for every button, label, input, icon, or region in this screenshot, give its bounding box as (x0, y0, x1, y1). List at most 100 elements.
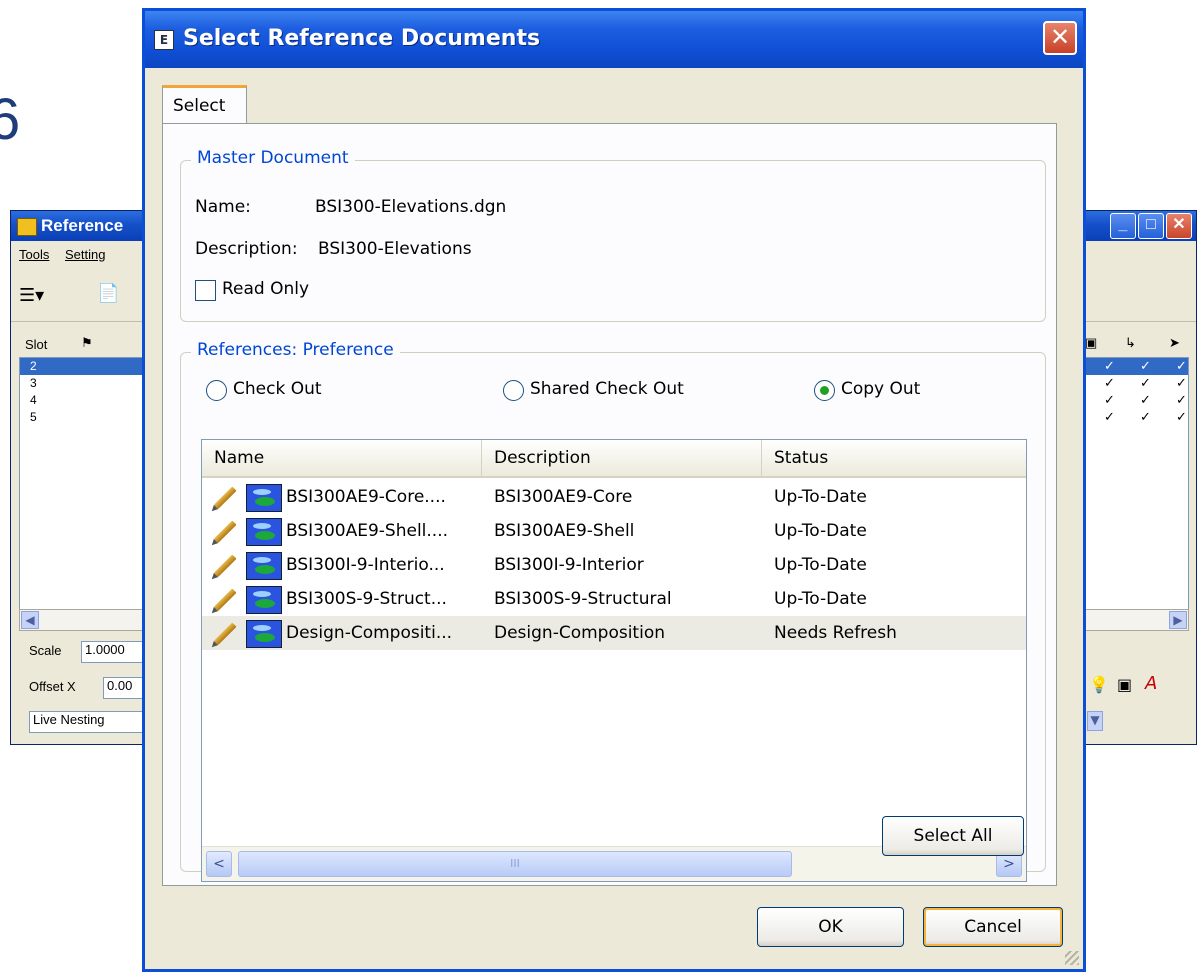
ok-button[interactable]: OK (757, 907, 904, 947)
pencil-icon (213, 622, 237, 646)
check-mark[interactable]: ✓ (1176, 409, 1187, 425)
row-status: Up-To-Date (774, 521, 867, 541)
row-name: BSI300AE9-Shell.... (286, 521, 449, 541)
design-file-icon (246, 586, 282, 614)
scale-label: Scale (29, 643, 62, 658)
column-header-name[interactable]: Name (202, 440, 482, 476)
flag-icon[interactable]: ⚑ (81, 335, 93, 351)
slot-2[interactable]: 2 (30, 359, 37, 373)
table-row[interactable]: BSI300AE9-Shell.... BSI300AE9-Shell Up-T… (202, 514, 1026, 548)
cancel-button[interactable]: Cancel (923, 907, 1063, 947)
scroll-left-arrow[interactable]: ◀ (21, 611, 39, 629)
locate-icon[interactable]: ➤ (1169, 335, 1180, 351)
reference-window-title: Reference (41, 216, 124, 235)
check-mark[interactable]: ✓ (1104, 375, 1115, 391)
name-label: Name: (195, 197, 251, 217)
offset-label: Offset X (29, 679, 76, 694)
check-out-radio[interactable] (206, 380, 227, 401)
scroll-left-button[interactable]: < (206, 851, 232, 877)
reference-menubar: Tools Setting (19, 247, 117, 262)
read-only-checkbox[interactable] (195, 280, 216, 301)
row-name: BSI300S-9-Struct... (286, 589, 447, 609)
check-mark[interactable]: ✓ (1104, 409, 1115, 425)
references-list-header: Name Description Status (202, 440, 1026, 478)
pencil-icon (213, 520, 237, 544)
slot-5[interactable]: 5 (30, 410, 37, 424)
design-file-icon (246, 518, 282, 546)
minimize-button[interactable]: _ (1110, 213, 1136, 239)
master-document-group: Master Document Name: BSI300-Elevations.… (180, 148, 1046, 322)
row-description: BSI300AE9-Core (494, 487, 633, 507)
scale-field[interactable]: 1.0000 (81, 641, 151, 663)
master-name-value: BSI300-Elevations.dgn (315, 197, 507, 217)
shared-check-out-radio[interactable] (503, 380, 524, 401)
scroll-thumb[interactable]: III (238, 851, 792, 877)
master-description-value: BSI300-Elevations (318, 239, 472, 259)
check-mark[interactable]: ✓ (1140, 392, 1151, 408)
design-file-icon (246, 552, 282, 580)
snap-icon[interactable]: ↳ (1125, 335, 1136, 351)
row-description: BSI300I-9-Interior (494, 555, 644, 575)
pencil-icon (213, 554, 237, 578)
row-description: Design-Composition (494, 623, 665, 643)
check-out-label[interactable]: Check Out (233, 379, 322, 399)
select-tab-panel: Master Document Name: BSI300-Elevations.… (162, 123, 1057, 886)
read-only-label[interactable]: Read Only (222, 279, 309, 299)
resize-grip-icon[interactable] (1065, 951, 1079, 965)
pencil-icon (213, 588, 237, 612)
row-name: BSI300I-9-Interio... (286, 555, 445, 575)
nesting-dropdown[interactable]: Live Nesting (29, 711, 151, 733)
dialog-title: Select Reference Documents (183, 26, 541, 51)
table-row-selected[interactable]: Design-Compositi... Design-Composition N… (202, 616, 1026, 650)
dialog-close-button[interactable]: ✕ (1043, 21, 1077, 55)
check-mark[interactable]: ✓ (1176, 358, 1187, 374)
table-row[interactable]: BSI300S-9-Struct... BSI300S-9-Structural… (202, 582, 1026, 616)
design-file-icon (246, 484, 282, 512)
slot-4[interactable]: 4 (30, 393, 37, 407)
scroll-right-arrow[interactable]: ▶ (1169, 611, 1187, 629)
text-style-icon[interactable]: A (1145, 673, 1157, 694)
select-reference-dialog: E Select Reference Documents ✕ Select Ma… (142, 8, 1086, 972)
menu-settings[interactable]: Setting (65, 247, 105, 262)
slot-column-header[interactable]: Slot (25, 337, 47, 352)
check-mark[interactable]: ✓ (1140, 409, 1151, 425)
table-row[interactable]: BSI300AE9-Core.... BSI300AE9-Core Up-To-… (202, 480, 1026, 514)
check-mark[interactable]: ✓ (1140, 375, 1151, 391)
row-status: Up-To-Date (774, 555, 867, 575)
select-all-button[interactable]: Select All (882, 816, 1024, 856)
design-file-icon (246, 620, 282, 648)
copy-out-radio[interactable] (814, 380, 835, 401)
row-name: Design-Compositi... (286, 623, 453, 643)
row-description: BSI300AE9-Shell (494, 521, 635, 541)
table-row[interactable]: BSI300I-9-Interio... BSI300I-9-Interior … (202, 548, 1026, 582)
display-icon[interactable]: ▣ (1085, 335, 1097, 351)
light-bulb-icon[interactable]: 💡 (1089, 675, 1109, 694)
tree-view-icon[interactable]: ☰▾ (19, 285, 44, 306)
maximize-button[interactable]: □ (1138, 213, 1164, 239)
attach-reference-icon[interactable]: 📄 (97, 283, 119, 304)
menu-tools[interactable]: Tools (19, 247, 49, 262)
column-header-description[interactable]: Description (482, 440, 762, 476)
slot-3[interactable]: 3 (30, 376, 37, 390)
pencil-icon (213, 486, 237, 510)
dialog-titlebar[interactable]: E Select Reference Documents ✕ (145, 11, 1083, 68)
dropdown-arrow-icon[interactable]: ▼ (1087, 711, 1103, 731)
check-mark[interactable]: ✓ (1176, 375, 1187, 391)
description-label: Description: (195, 239, 298, 259)
tab-select[interactable]: Select (162, 85, 247, 125)
dialog-icon: E (154, 30, 174, 50)
shared-check-out-label[interactable]: Shared Check Out (530, 379, 684, 399)
check-mark[interactable]: ✓ (1104, 392, 1115, 408)
references-legend: References: Preference (191, 340, 400, 360)
row-status: Up-To-Date (774, 487, 867, 507)
row-status: Needs Refresh (774, 623, 897, 643)
check-mark[interactable]: ✓ (1140, 358, 1151, 374)
row-status: Up-To-Date (774, 589, 867, 609)
check-mark[interactable]: ✓ (1176, 392, 1187, 408)
close-button[interactable]: ✕ (1166, 213, 1192, 239)
master-document-legend: Master Document (191, 148, 355, 168)
column-header-status[interactable]: Status (762, 440, 1026, 476)
print-icon[interactable]: ▣ (1117, 675, 1132, 694)
copy-out-label[interactable]: Copy Out (841, 379, 920, 399)
check-mark[interactable]: ✓ (1104, 358, 1115, 374)
